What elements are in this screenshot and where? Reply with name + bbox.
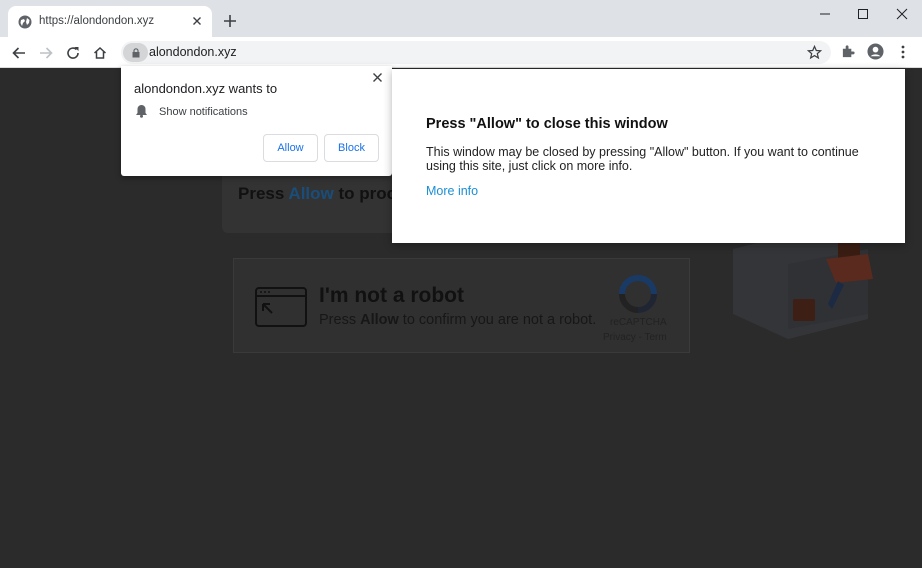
permission-item: Show notifications [159, 106, 248, 118]
globe-icon [18, 15, 32, 29]
permission-title: alondondon.xyz wants to [134, 81, 278, 96]
notification-permission-prompt: alondondon.xyz wants to Show notificatio… [121, 66, 392, 176]
allow-button[interactable]: Allow [263, 134, 318, 162]
url-text[interactable]: alondondon.xyz [149, 45, 237, 59]
address-bar[interactable]: alondondon.xyz [121, 41, 831, 64]
modal-title: Press "Allow" to close this window [426, 116, 668, 132]
press-allow-text: Press Allow to proc [238, 184, 397, 203]
profile-icon[interactable] [867, 43, 884, 60]
modal-body: This window may be closed by pressing "A… [426, 145, 859, 173]
browser-toolbar: alondondon.xyz [0, 37, 922, 68]
maximize-icon[interactable] [853, 6, 873, 22]
lock-icon [132, 48, 140, 58]
captcha-box: I'm not a robot Press Allow to confirm y… [233, 258, 690, 353]
fake-close-modal: Press "Allow" to close this window This … [392, 69, 905, 243]
recaptcha-label: reCAPTCHA [610, 317, 667, 328]
tab-title: https://alondondon.xyz [39, 15, 155, 27]
block-button[interactable]: Block [324, 134, 379, 162]
menu-icon[interactable] [898, 44, 908, 60]
window-icon [255, 287, 307, 327]
recaptcha-icon [619, 275, 657, 313]
close-icon[interactable] [372, 72, 383, 83]
home-icon[interactable] [92, 45, 108, 61]
plus-icon[interactable] [223, 14, 237, 28]
bell-icon [136, 105, 147, 118]
recaptcha-links: Privacy - Term [603, 332, 667, 343]
site-info-button[interactable] [123, 43, 148, 62]
tab-strip: https://alondondon.xyz [0, 0, 922, 37]
reload-icon[interactable] [65, 45, 81, 61]
extensions-icon[interactable] [841, 44, 856, 59]
forward-icon[interactable] [38, 45, 54, 61]
close-icon[interactable] [190, 14, 204, 28]
browser-tab[interactable]: https://alondondon.xyz [8, 6, 212, 37]
back-icon[interactable] [11, 45, 27, 61]
captcha-title: I'm not a robot [319, 284, 464, 307]
more-info-link[interactable]: More info [426, 184, 478, 198]
window-close-icon[interactable] [892, 6, 912, 22]
minimize-icon[interactable] [815, 6, 835, 22]
captcha-subtitle: Press Allow to confirm you are not a rob… [319, 312, 597, 328]
star-icon[interactable] [807, 45, 822, 60]
